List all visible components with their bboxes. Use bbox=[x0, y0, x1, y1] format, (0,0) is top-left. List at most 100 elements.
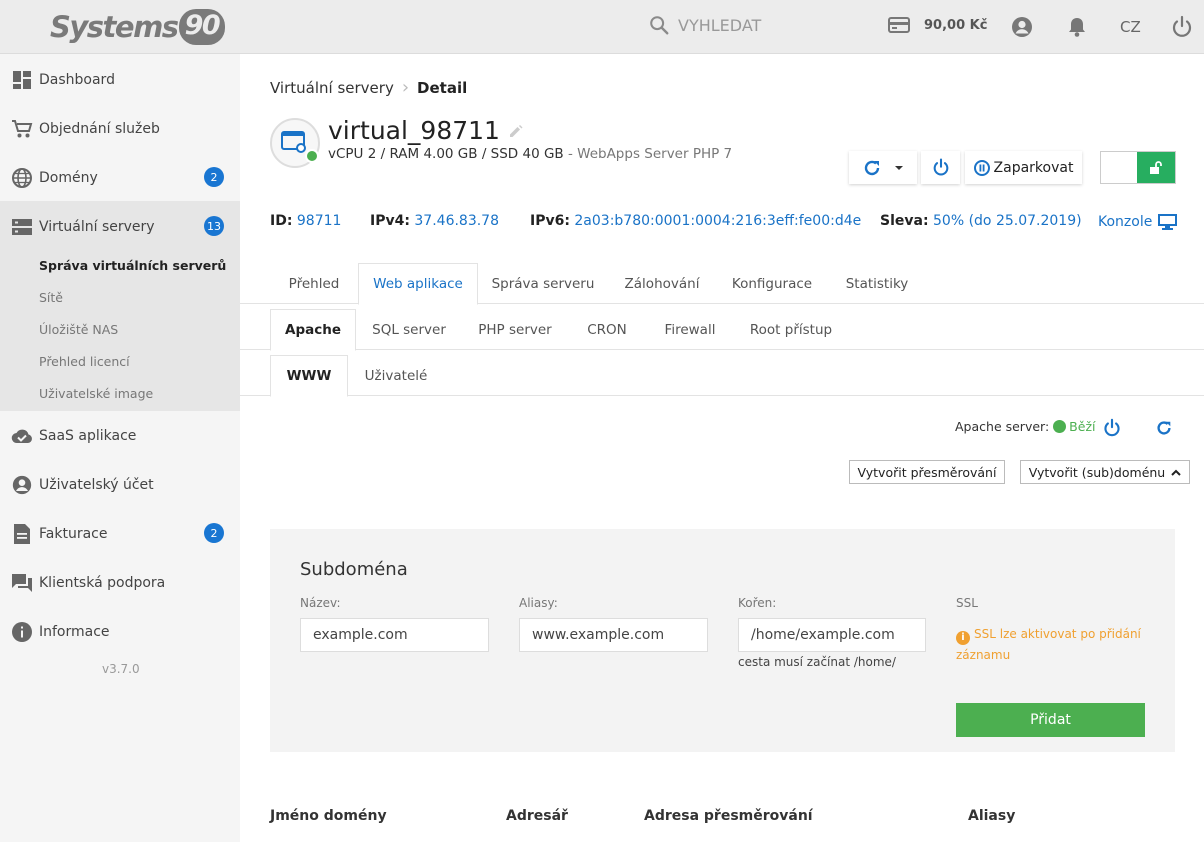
alias-label: Aliasy: bbox=[519, 596, 558, 610]
root-label: Kořen: bbox=[738, 596, 777, 610]
cart-icon bbox=[11, 118, 33, 140]
sidebar-subitem-networks[interactable]: Sítě bbox=[39, 290, 63, 305]
tab-overview[interactable]: Přehled bbox=[270, 263, 358, 304]
top-bar: Systems 90 VYHLEDAT 90,00 Kč CZ bbox=[0, 0, 1204, 54]
tab-server-management[interactable]: Správa serveru bbox=[478, 263, 608, 304]
tab-www[interactable]: WWW bbox=[270, 355, 348, 397]
search-label: VYHLEDAT bbox=[678, 15, 762, 35]
tab-apache[interactable]: Apache bbox=[270, 309, 356, 351]
column-header-domain-name[interactable]: Jméno domény bbox=[270, 808, 387, 824]
sidebar-subitem-licenses[interactable]: Přehled licencí bbox=[39, 354, 130, 369]
sidebar-item-domains[interactable]: Domény 2 bbox=[0, 153, 240, 202]
name-input[interactable]: example.com bbox=[300, 618, 489, 652]
column-header-redirect[interactable]: Adresa přesměrování bbox=[644, 808, 813, 824]
sidebar-item-billing[interactable]: Fakturace 2 bbox=[0, 509, 240, 558]
sidebar-item-label: Uživatelský účet bbox=[39, 476, 154, 493]
sidebar-item-label: Dashboard bbox=[39, 71, 115, 88]
search-box[interactable]: VYHLEDAT bbox=[648, 14, 761, 36]
refresh-icon bbox=[864, 160, 880, 175]
restart-dropdown-button[interactable] bbox=[849, 151, 917, 184]
credit-amount: 90,00 Kč bbox=[924, 17, 988, 33]
sidebar-item-account[interactable]: Uživatelský účet bbox=[0, 460, 240, 509]
power-button[interactable] bbox=[921, 151, 960, 184]
tab-statistics[interactable]: Statistiky bbox=[828, 263, 926, 304]
sidebar-item-saas[interactable]: SaaS aplikace bbox=[0, 411, 240, 460]
server-name: virtual_98711 bbox=[328, 116, 524, 145]
tab-web-apps[interactable]: Web aplikace bbox=[358, 263, 478, 305]
sidebar-item-label: Objednání služeb bbox=[39, 120, 160, 137]
tab-cron[interactable]: CRON bbox=[568, 309, 646, 350]
column-header-directory[interactable]: Adresář bbox=[506, 808, 568, 824]
tab-backups[interactable]: Zálohování bbox=[608, 263, 716, 304]
park-button-label: Zaparkovat bbox=[993, 159, 1074, 176]
sidebar-subitem-nas-storage[interactable]: Úložiště NAS bbox=[39, 322, 118, 337]
add-button[interactable]: Přidat bbox=[956, 703, 1145, 737]
unlock-icon bbox=[1150, 160, 1162, 174]
sidebar-item-order[interactable]: Objednání služeb bbox=[0, 104, 240, 153]
account-icon bbox=[11, 474, 33, 496]
sidebar-item-dashboard[interactable]: Dashboard bbox=[0, 55, 240, 104]
root-input[interactable]: /home/example.com bbox=[738, 618, 926, 652]
language-switch[interactable]: CZ bbox=[1120, 18, 1141, 36]
ipv4-label: IPv4: bbox=[370, 213, 410, 229]
alias-input[interactable]: www.example.com bbox=[519, 618, 708, 652]
tab-sql-server[interactable]: SQL server bbox=[356, 309, 462, 350]
app-version: v3.7.0 bbox=[102, 662, 140, 676]
ipv4-value: 37.46.83.78 bbox=[414, 213, 499, 229]
tab-users[interactable]: Uživatelé bbox=[348, 355, 444, 396]
lock-toggle-on bbox=[1137, 152, 1175, 183]
form-title: Subdoména bbox=[300, 559, 408, 580]
tab-php-server[interactable]: PHP server bbox=[462, 309, 568, 350]
server-id-label: ID: bbox=[270, 213, 293, 229]
ssl-note: i SSL lze aktivovat po přidání záznamu bbox=[956, 624, 1156, 665]
logo-number: 90 bbox=[178, 9, 226, 45]
sidebar-item-label: Virtuální servery bbox=[39, 218, 155, 235]
sidebar-subitem-user-images[interactable]: Uživatelské image bbox=[39, 386, 153, 401]
sidebar-item-info[interactable]: Informace bbox=[0, 607, 240, 656]
name-label: Název: bbox=[300, 596, 341, 610]
server-spec-main: vCPU 2 / RAM 4.00 GB / SSD 40 GB bbox=[328, 146, 564, 162]
park-button[interactable]: Zaparkovat bbox=[965, 151, 1082, 184]
lock-toggle[interactable] bbox=[1100, 151, 1176, 184]
chevron-right-icon: › bbox=[401, 77, 410, 98]
credit-display[interactable]: 90,00 Kč bbox=[888, 16, 987, 34]
server-icon bbox=[11, 216, 33, 238]
column-header-aliases[interactable]: Aliasy bbox=[968, 808, 1015, 824]
power-icon bbox=[933, 158, 948, 176]
web-app-tabs: Apache SQL server PHP server CRON Firewa… bbox=[240, 309, 1204, 351]
apache-power-button[interactable] bbox=[1103, 418, 1121, 442]
search-icon bbox=[650, 16, 669, 35]
bell-icon[interactable] bbox=[1066, 15, 1088, 43]
caret-down-icon bbox=[895, 165, 903, 170]
sidebar-subitem-manage-servers[interactable]: Správa virtuálních serverů bbox=[39, 258, 226, 273]
create-subdomain-button[interactable]: Vytvořit (sub)doménu bbox=[1020, 460, 1190, 484]
server-avatar bbox=[270, 118, 320, 168]
sidebar-item-support[interactable]: Klientská podpora bbox=[0, 558, 240, 607]
server-name-text: virtual_98711 bbox=[328, 116, 500, 145]
user-icon[interactable] bbox=[1010, 15, 1034, 43]
apache-restart-button[interactable] bbox=[1155, 419, 1173, 441]
breadcrumb-current: Detail bbox=[417, 78, 468, 97]
logo-text: Systems bbox=[50, 10, 179, 44]
breadcrumb: Virtuální servery › Detail bbox=[270, 77, 467, 98]
power-icon[interactable] bbox=[1171, 15, 1193, 43]
logo[interactable]: Systems 90 bbox=[50, 8, 226, 46]
dashboard-icon bbox=[11, 69, 33, 91]
console-link[interactable]: Konzole bbox=[1098, 213, 1178, 231]
tab-firewall[interactable]: Firewall bbox=[646, 309, 734, 350]
sidebar-item-virtual-servers[interactable]: Virtuální servery 13 bbox=[0, 202, 240, 251]
chevron-up-icon bbox=[1171, 469, 1181, 476]
sidebar: Dashboard Objednání služeb Domény 2 Virt… bbox=[0, 54, 240, 842]
create-redirect-button[interactable]: Vytvořit přesměrování bbox=[849, 460, 1005, 484]
server-id: ID: 98711 bbox=[270, 213, 341, 229]
tab-root-access[interactable]: Root přístup bbox=[734, 309, 848, 350]
sidebar-item-label: Klientská podpora bbox=[39, 574, 166, 591]
ssl-note-text: SSL lze aktivovat po přidání záznamu bbox=[956, 627, 1141, 662]
server-spec: vCPU 2 / RAM 4.00 GB / SSD 40 GB - WebAp… bbox=[328, 146, 732, 162]
breadcrumb-parent[interactable]: Virtuální servery bbox=[270, 79, 394, 97]
monitor-icon bbox=[1158, 214, 1178, 230]
pencil-icon[interactable] bbox=[508, 123, 524, 139]
discount-label: Sleva: bbox=[880, 213, 929, 229]
power-icon bbox=[1104, 418, 1120, 437]
tab-configuration[interactable]: Konfigurace bbox=[716, 263, 828, 304]
